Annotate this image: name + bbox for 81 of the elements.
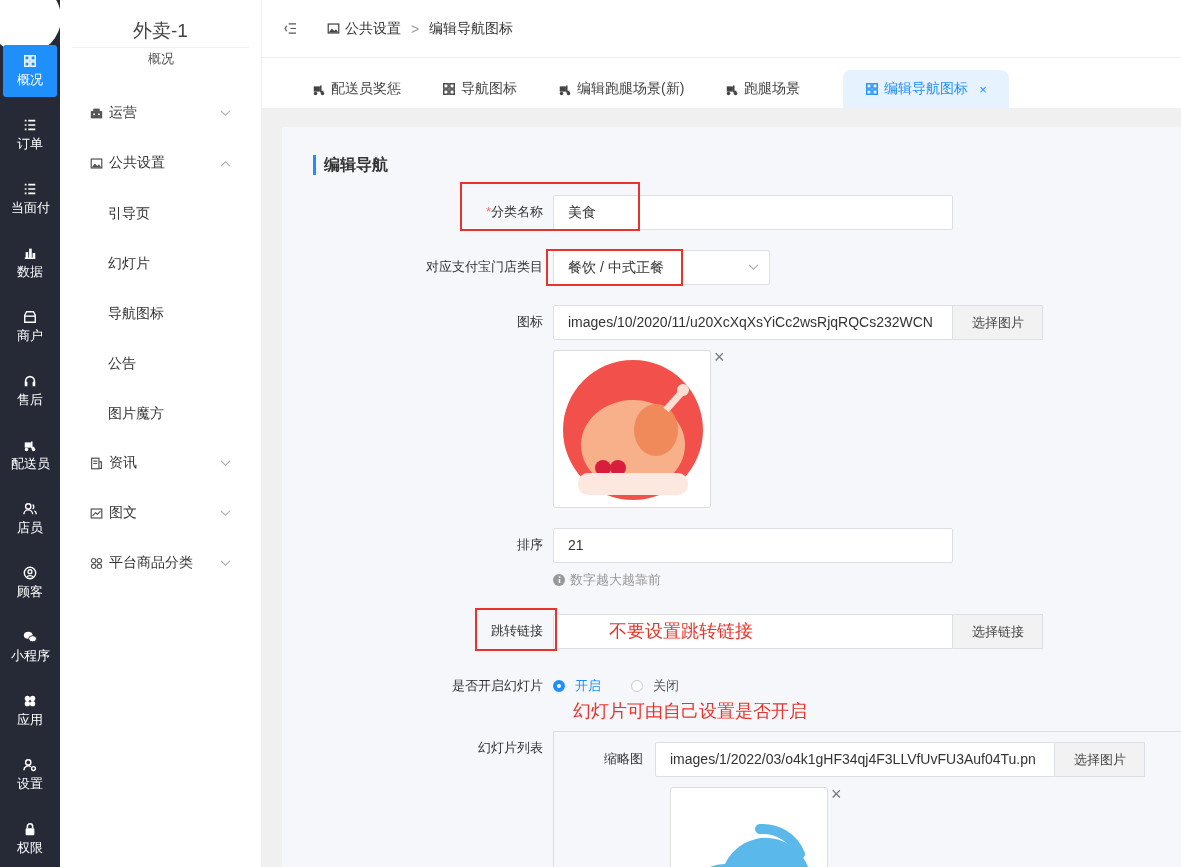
- field-label: 排序: [517, 536, 543, 554]
- chevron-down-icon: [220, 509, 231, 517]
- doc-icon: [90, 456, 103, 470]
- image-path-field[interactable]: images/10/2020/11/u20XcXqXsYiCc2wsRjqRQCs232WCN: [553, 305, 953, 340]
- field-label: 跳转链接: [491, 622, 543, 640]
- section-title: 编辑导航: [313, 155, 1181, 175]
- submenu-item[interactable]: 图片魔方: [60, 388, 261, 438]
- nav-item[interactable]: 当面付: [3, 173, 57, 225]
- store-title: 外卖-1: [132, 19, 189, 43]
- nav-item[interactable]: 应用: [3, 685, 57, 737]
- image-icon: [90, 156, 103, 170]
- chevron-down-icon: [220, 559, 231, 567]
- person-icon: [23, 565, 37, 580]
- chevron-down-icon: [748, 264, 759, 271]
- submenu-item[interactable]: 幻灯片: [60, 238, 261, 288]
- menu-group[interactable]: 平台商品分类: [60, 538, 261, 588]
- grid-icon: [442, 82, 456, 96]
- submenu-item[interactable]: 引导页: [60, 188, 261, 238]
- breadcrumb-link[interactable]: 公共设置: [345, 19, 401, 38]
- field-label: 缩略图: [604, 750, 643, 768]
- menu-group[interactable]: 图文: [60, 488, 261, 538]
- remove-image-button[interactable]: ×: [714, 350, 725, 364]
- choose-link-button[interactable]: 选择链接: [953, 614, 1043, 649]
- chart-icon: [90, 506, 103, 520]
- dots-icon: [90, 556, 103, 570]
- link-field[interactable]: 不要设置跳转链接: [553, 614, 953, 649]
- nav-item[interactable]: 权限: [3, 813, 57, 865]
- clover-icon: [23, 693, 37, 708]
- info-icon: [553, 574, 565, 586]
- chevron-up-icon: [220, 159, 231, 167]
- nav-item[interactable]: 数据: [3, 237, 57, 289]
- headset-icon: [23, 373, 37, 388]
- text-field[interactable]: 美食: [553, 195, 953, 230]
- tab[interactable]: 编辑跑腿场景(新): [548, 70, 706, 108]
- remove-image-button[interactable]: ×: [831, 787, 842, 801]
- radio-option[interactable]: 关闭: [631, 677, 679, 695]
- submenu-item[interactable]: 公告: [60, 338, 261, 388]
- menu-group[interactable]: 运营: [60, 88, 261, 138]
- list-icon: [23, 181, 37, 196]
- people-icon: [23, 501, 37, 516]
- nav-item[interactable]: 小程序: [3, 621, 57, 673]
- nav-item[interactable]: 配送员: [3, 429, 57, 481]
- store-icon: [23, 309, 37, 324]
- field-label: 图标: [517, 313, 543, 331]
- grid-icon: [23, 53, 37, 68]
- choose-image-button[interactable]: 选择图片: [953, 305, 1043, 340]
- text-field[interactable]: 21: [553, 528, 953, 563]
- nav-item[interactable]: 售后: [3, 365, 57, 417]
- field-label: 幻灯片列表: [478, 739, 543, 757]
- field-hint: 数字越大越靠前: [553, 571, 1181, 589]
- section-subtitle: 概况: [72, 47, 249, 68]
- nav-item[interactable]: 设置: [3, 749, 57, 801]
- category-select[interactable]: 餐饮 / 中式正餐: [553, 250, 770, 285]
- breadcrumb-separator: >: [411, 20, 420, 37]
- grid-icon: [865, 82, 880, 96]
- tab[interactable]: 配送员奖惩: [302, 70, 422, 108]
- gear-icon: [23, 757, 37, 772]
- nav-item[interactable]: 顾客: [3, 557, 57, 609]
- collapse-menu-icon[interactable]: [284, 23, 297, 34]
- lock-icon: [23, 821, 37, 836]
- image-path-field[interactable]: images/1/2022/03/o4k1gHF34qj4F3LLVfUvFU3Auf04Tu.pn: [655, 742, 1055, 777]
- chevron-down-icon: [220, 109, 231, 117]
- annotation-text: 不要设置跳转链接: [609, 620, 753, 643]
- field-label: 对应支付宝门店类目: [426, 258, 543, 276]
- submenu-item[interactable]: 导航图标: [60, 288, 261, 338]
- nav-item[interactable]: 店员: [3, 493, 57, 545]
- list-icon: [23, 117, 37, 132]
- image-icon: [327, 22, 340, 35]
- nav-item[interactable]: 商户: [3, 301, 57, 353]
- menu-group[interactable]: 公共设置: [60, 138, 261, 188]
- nav-item[interactable]: 订单: [3, 109, 57, 161]
- chevron-down-icon: [220, 459, 231, 467]
- field-label: 是否开启幻灯片: [452, 677, 543, 695]
- building-icon: [90, 106, 103, 120]
- tab[interactable]: 导航图标: [432, 70, 538, 108]
- choose-image-button[interactable]: 选择图片: [1055, 742, 1145, 777]
- field-label: *分类名称: [485, 203, 543, 221]
- chat-icon: [23, 629, 37, 644]
- menu-group[interactable]: 资讯: [60, 438, 261, 488]
- tab[interactable]: 跑腿场景: [715, 70, 822, 108]
- annotation-text: 幻灯片可由自己设置是否开启: [573, 700, 808, 723]
